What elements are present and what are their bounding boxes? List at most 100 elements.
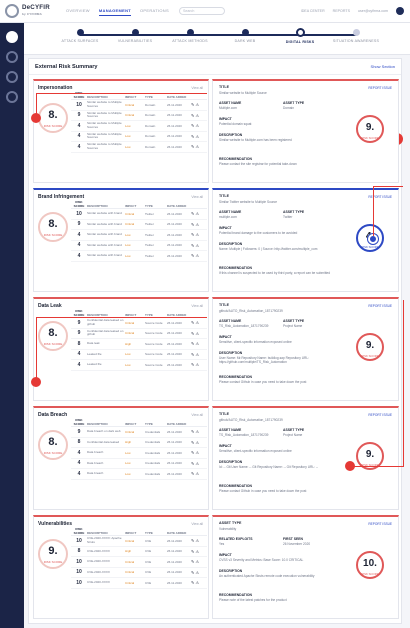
impact-label: IMPACT	[219, 335, 232, 339]
row-action-icons[interactable]: ✎ ⚠	[191, 243, 207, 248]
table-row[interactable]: 4 Leaked file Low Source Code 26.11.2020…	[71, 350, 207, 360]
row-score: 4	[77, 351, 81, 358]
table-row[interactable]: 4 Similar website to Multiple Sources Lo…	[71, 132, 207, 142]
table-row[interactable]: 9 Data breach on dark web Critical Crede…	[71, 427, 207, 438]
row-action-icons[interactable]: ✎ ⚠	[191, 144, 207, 149]
sidebar	[0, 23, 24, 628]
row-action-icons[interactable]: ✎ ⚠	[191, 352, 207, 357]
table-row[interactable]: 9 Confidential data leaked on github Cri…	[71, 318, 207, 329]
table-row[interactable]: 4 Similar website with brand Low Twitter…	[71, 251, 207, 262]
row-action-icons[interactable]: ✎ ⚠	[191, 580, 207, 585]
user-email[interactable]: user@cyfirma.com	[358, 9, 388, 13]
table-row[interactable]: 4 Similar website with brand Low Twitter…	[71, 241, 207, 251]
step-attack-surfaces[interactable]: ATTACK SURFACES	[50, 29, 110, 43]
table-row[interactable]: 10 CVE-2020-XXXX Critical CVE 26.11.2020…	[71, 578, 207, 589]
row-description: Similar website with brand	[87, 253, 122, 257]
row-action-icons[interactable]: ✎ ⚠	[191, 341, 207, 346]
row-action-icons[interactable]: ✎ ⚠	[191, 320, 207, 325]
reports-link[interactable]: REPORTS	[333, 9, 350, 13]
row-impact: Critical	[125, 102, 135, 107]
table-row[interactable]: 4 Data breach Low Credentials 26.11.2020…	[71, 459, 207, 469]
row-score: 4	[77, 122, 81, 129]
step-dark-web[interactable]: DARK WEB	[215, 29, 275, 43]
table-row[interactable]: 10 CVE-2020-XXXX Critical CVE 26.11.2020…	[71, 568, 207, 578]
nav-overview[interactable]: OVERVIEW	[66, 6, 90, 16]
table-row[interactable]: 9 Similar website to Multiple Sources Cr…	[71, 111, 207, 121]
report-issue-button[interactable]: REPORT ISSUE	[368, 304, 392, 308]
sidebar-gear-icon[interactable]	[6, 91, 18, 103]
sidebar-alert-icon[interactable]	[6, 51, 18, 63]
description-value: User Name: Mr.Repository Name: buildlog.…	[219, 356, 309, 364]
sidebar-settings-icon[interactable]	[6, 71, 18, 83]
stepper: ATTACK SURFACES VULNERABILITIES ATTACK M…	[24, 23, 410, 55]
view-all-link[interactable]: View all	[191, 304, 203, 308]
row-action-icons[interactable]: ✎ ⚠	[191, 471, 207, 476]
table-row[interactable]: 4 Data breach Low Credentials 26.11.2020…	[71, 448, 207, 459]
table-row[interactable]: 4 Similar website to Multiple Sources Lo…	[71, 142, 207, 153]
row-action-icons[interactable]: ✎ ⚠	[191, 222, 207, 227]
report-issue-button[interactable]: REPORT ISSUE	[368, 86, 392, 90]
row-action-icons[interactable]: ✎ ⚠	[191, 102, 207, 107]
table-row[interactable]: 4 Similar website with brand Low Twitter…	[71, 230, 207, 241]
table-row[interactable]: 4 Leaked file Low Source Code 26.11.2020…	[71, 360, 207, 371]
row-action-icons[interactable]: ✎ ⚠	[191, 211, 207, 216]
table-row[interactable]: 10 CVE-2020-XXXX Critical CVE 26.11.2020…	[71, 557, 207, 568]
row-action-icons[interactable]: ✎ ⚠	[191, 123, 207, 128]
row-action-icons[interactable]: ✎ ⚠	[191, 559, 207, 564]
row-type: CVE	[145, 549, 152, 554]
risk-score-value: 8.	[48, 109, 58, 121]
step-digital-risks[interactable]: DIGITAL RISKS	[270, 28, 330, 44]
table-row[interactable]: 8 CVE-2020-XXXX High CVE 26.11.2020 ✎ ⚠	[71, 547, 207, 557]
row-action-icons[interactable]: ✎ ⚠	[191, 429, 207, 434]
sidebar-home-icon[interactable]	[6, 31, 18, 43]
step-situation-awareness[interactable]: SITUATION AWARENESS	[326, 29, 386, 43]
row-description: Confidential data leaked	[87, 439, 120, 444]
table-row[interactable]: 4 Similar website to Multiple Sources Lo…	[71, 121, 207, 132]
asset-name-value: multiple.com	[219, 215, 237, 219]
row-action-icons[interactable]: ✎ ⚠	[191, 461, 207, 466]
report-issue-button[interactable]: REPORT ISSUE	[368, 413, 392, 417]
logo[interactable]: DeCYFIR by CYFIRMA	[0, 4, 60, 18]
risk-row-data-breach: Data Breach View all 8. RISK SCORE RISK …	[33, 406, 399, 514]
avatar[interactable]	[396, 7, 404, 15]
table-row[interactable]: 10 Similar website to Multiple Sources C…	[71, 100, 207, 111]
view-all-link[interactable]: View all	[191, 522, 203, 526]
row-action-icons[interactable]: ✎ ⚠	[191, 253, 207, 258]
table-row[interactable]: 4 Data breach Low Credentials 26.11.2020…	[71, 469, 207, 480]
nav-management[interactable]: MANAGEMENT	[98, 6, 131, 16]
table-row[interactable]: 8 Data leak High Source Code 26.11.2020 …	[71, 339, 207, 350]
row-action-icons[interactable]: ✎ ⚠	[191, 362, 207, 367]
row-action-icons[interactable]: ✎ ⚠	[191, 113, 207, 118]
detail-title-label: TITLE	[219, 194, 229, 198]
step-attack-methods[interactable]: ATTACK METHODS	[160, 29, 220, 43]
step-vulnerabilities[interactable]: VULNERABILITIES	[105, 29, 165, 43]
report-issue-button[interactable]: REPORT ISSUE	[368, 522, 392, 526]
table-row[interactable]: 9 Confidential data leaked on github Cri…	[71, 329, 207, 339]
row-impact: Low	[125, 134, 131, 139]
impact-label: IMPACT	[219, 226, 232, 230]
table-row[interactable]: 8 Confidential data leaked High Credenti…	[71, 438, 207, 448]
impact-value: Sensitive, client-specific information e…	[219, 340, 292, 344]
report-issue-button[interactable]: REPORT ISSUE	[368, 195, 392, 199]
detail-risk-score-gauge: 10. RISK SCORE	[356, 551, 384, 579]
view-all-link[interactable]: View all	[191, 413, 203, 417]
recommendation-label: RECOMMENDATION	[219, 266, 252, 270]
row-action-icons[interactable]: ✎ ⚠	[191, 538, 207, 543]
row-action-icons[interactable]: ✎ ⚠	[191, 331, 207, 336]
top-bar: DeCYFIR by CYFIRMA OVERVIEW MANAGEMENT O…	[0, 0, 410, 23]
view-all-link[interactable]: View all	[191, 195, 203, 199]
row-action-icons[interactable]: ✎ ⚠	[191, 232, 207, 237]
view-all-link[interactable]: View all	[191, 86, 203, 90]
table-row[interactable]: 10 Similar website with brand Critical T…	[71, 209, 207, 220]
idea-center-link[interactable]: IDEA CENTER	[301, 9, 325, 13]
row-action-icons[interactable]: ✎ ⚠	[191, 570, 207, 575]
row-action-icons[interactable]: ✎ ⚠	[191, 440, 207, 445]
row-action-icons[interactable]: ✎ ⚠	[191, 134, 207, 139]
show-section-button[interactable]: Show Section	[371, 64, 395, 69]
table-row[interactable]: 9 Similar website with brand Critical Tw…	[71, 220, 207, 230]
search-input[interactable]: Search	[178, 7, 225, 15]
row-action-icons[interactable]: ✎ ⚠	[191, 450, 207, 455]
table-row[interactable]: 10 CVE-2020-XXXX: Apache Struts Critical…	[71, 536, 207, 547]
nav-operations[interactable]: OPERATIONS	[140, 6, 169, 16]
row-action-icons[interactable]: ✎ ⚠	[191, 549, 207, 554]
